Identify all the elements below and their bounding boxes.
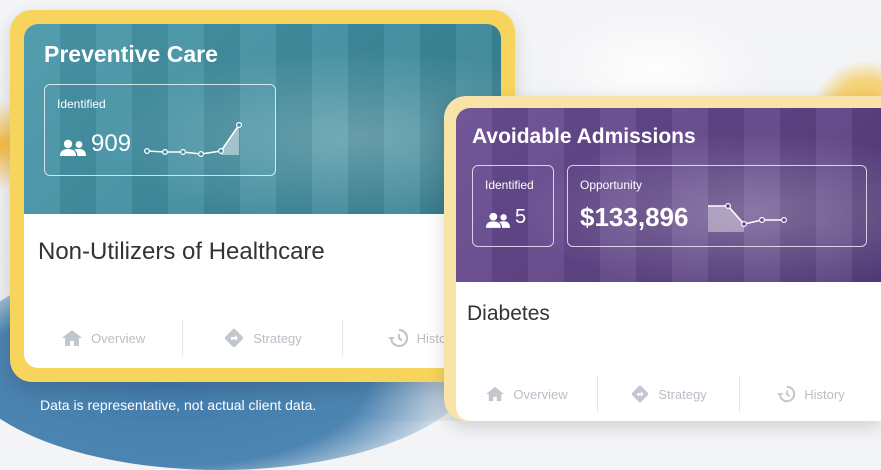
disclaimer-text: Data is representative, not actual clien… bbox=[40, 397, 317, 413]
people-icon bbox=[60, 139, 86, 156]
avoidable-admissions-card[interactable]: Avoidable Admissions Identified 5 Opport… bbox=[456, 108, 881, 421]
opportunity-value: $133,896 bbox=[580, 202, 689, 232]
identified-value: 5 bbox=[515, 206, 527, 228]
tab-strategy[interactable]: Strategy bbox=[598, 384, 739, 404]
tab-label: History bbox=[804, 386, 845, 402]
identified-label: Identified bbox=[57, 97, 106, 111]
opportunity-label: Opportunity bbox=[580, 178, 643, 192]
card-tab-bar: Overview Strategy History bbox=[456, 376, 881, 412]
tab-history[interactable]: History bbox=[740, 385, 881, 403]
history-icon bbox=[777, 385, 796, 403]
people-icon bbox=[485, 212, 511, 228]
identified-metric-box[interactable]: Identified 5 bbox=[472, 165, 554, 247]
home-icon bbox=[486, 386, 505, 402]
history-icon bbox=[387, 328, 408, 348]
tab-strategy[interactable]: Strategy bbox=[183, 327, 341, 349]
tab-label: Overview bbox=[513, 386, 568, 402]
card-subtitle: Non-Utilizers of Healthcare bbox=[38, 238, 325, 265]
card-title: Avoidable Admissions bbox=[472, 125, 696, 148]
opportunity-metric-box[interactable]: Opportunity $133,896 bbox=[567, 165, 867, 247]
tab-overview[interactable]: Overview bbox=[24, 329, 182, 347]
preventive-care-card[interactable]: Preventive Care Identified 909 Non-Utili… bbox=[24, 24, 501, 368]
tab-label: Strategy bbox=[253, 330, 302, 346]
identified-metric-box[interactable]: Identified 909 bbox=[44, 84, 276, 176]
tab-label: Strategy bbox=[658, 386, 707, 402]
opportunity-trend-sparkline bbox=[708, 202, 787, 232]
card-tab-bar: Overview Strategy History bbox=[24, 320, 501, 356]
card-subtitle: Diabetes bbox=[467, 302, 550, 325]
tab-label: Overview bbox=[91, 330, 146, 346]
tab-overview[interactable]: Overview bbox=[456, 386, 597, 402]
avoidable-admissions-card-frame: Avoidable Admissions Identified 5 Opport… bbox=[444, 96, 881, 421]
preventive-care-card-frame: Preventive Care Identified 909 Non-Utili… bbox=[10, 10, 515, 382]
strategy-icon bbox=[632, 385, 649, 403]
identified-value: 909 bbox=[91, 130, 132, 157]
identified-trend-sparkline bbox=[143, 121, 242, 157]
home-icon bbox=[62, 330, 83, 346]
identified-label: Identified bbox=[485, 178, 534, 192]
card-title: Preventive Care bbox=[44, 41, 218, 67]
strategy-icon bbox=[225, 328, 244, 348]
